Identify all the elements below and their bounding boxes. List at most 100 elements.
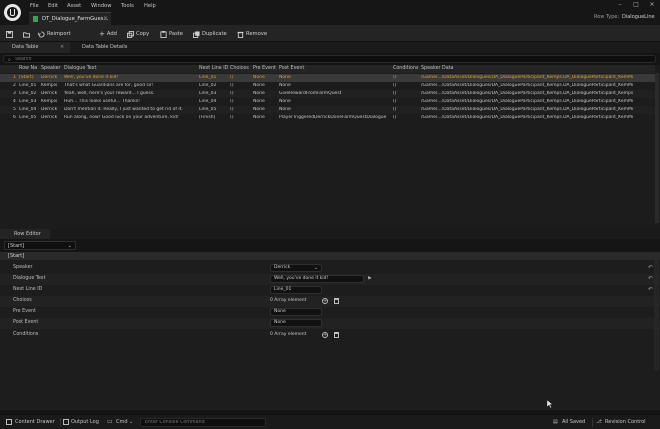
close-window-icon[interactable]: × <box>644 0 660 10</box>
table-scrollbar[interactable] <box>655 73 659 223</box>
add-button[interactable]: + Add <box>99 29 117 39</box>
col-choices[interactable]: Choices <box>230 66 249 71</box>
row-index: 2 <box>13 83 16 88</box>
search-bar: ⌕ <box>3 55 656 63</box>
row-section-header[interactable]: [Start] <box>0 252 660 260</box>
menu-tools[interactable]: Tools <box>121 3 134 9</box>
prop-conditions: Conditions 0 Array element + <box>0 330 660 341</box>
content-drawer-button[interactable]: Content Drawer <box>15 419 55 425</box>
col-dialogue-text[interactable]: Dialogue Text <box>64 66 97 71</box>
maximize-icon[interactable]: □ <box>628 0 644 10</box>
col-speaker[interactable]: Speaker <box>41 66 61 71</box>
col-row-name[interactable]: Row Na <box>19 66 37 71</box>
chevron-down-icon: ⌄ <box>67 243 72 249</box>
menu-window[interactable]: Window <box>91 3 111 9</box>
close-icon[interactable]: × <box>103 15 108 22</box>
table-row[interactable]: 3 Line_02 Derrick Yeah, well, here's you… <box>0 90 655 98</box>
table-row[interactable]: 4 Line_03 Kempis Huh... This looks usefu… <box>0 98 655 106</box>
row-editor-tabs: Row Editor <box>0 229 660 239</box>
details-scrollbar[interactable] <box>654 260 659 370</box>
add-element-icon[interactable]: + <box>322 298 328 304</box>
save-button[interactable] <box>6 29 13 39</box>
chevron-down-icon: ⌄ <box>313 265 318 271</box>
reimport-label: Reimport <box>47 31 71 37</box>
tab-data-table-label: Data Table <box>12 44 39 50</box>
remove-button[interactable]: Remove <box>237 29 267 39</box>
cmd-dropdown[interactable]: Cmd <box>116 419 128 425</box>
copy-button[interactable]: Copy <box>127 29 149 39</box>
speaker-dropdown[interactable]: Derrick ⌄ <box>270 264 322 272</box>
reset-icon[interactable]: ↶ <box>648 275 653 282</box>
revision-control-button[interactable]: Revision Control <box>605 419 646 425</box>
trash-icon[interactable] <box>334 298 339 304</box>
duplicate-button[interactable]: Duplicate <box>193 29 227 39</box>
trash-icon[interactable] <box>334 332 339 338</box>
col-conditions[interactable]: Conditions <box>393 66 418 71</box>
menu-edit[interactable]: Edit <box>48 3 58 9</box>
col-next-line-id[interactable]: Next Line ID <box>199 66 228 71</box>
row-type-value[interactable]: DialogueLine <box>622 14 655 20</box>
unreal-logo-icon[interactable] <box>4 4 21 21</box>
search-input[interactable] <box>15 56 615 62</box>
row-choices: () <box>230 83 234 88</box>
browse-button[interactable] <box>23 29 30 39</box>
prop-label: Pre Event <box>13 309 36 314</box>
row-post-event: None <box>279 83 291 88</box>
output-log-button[interactable]: Output Log <box>71 419 99 425</box>
prop-label: Conditions <box>13 332 39 337</box>
row-index: 1 <box>13 75 16 80</box>
row-name: Line_05 <box>19 115 37 120</box>
row-name: Line_01 <box>19 83 37 88</box>
reimport-button[interactable]: Reimport <box>38 29 71 39</box>
table-row[interactable]: 6 Line_05 Derrick Run along, now! Good l… <box>0 114 655 122</box>
add-element-icon[interactable]: + <box>322 332 328 338</box>
tab-data-table-details[interactable]: Data Table Details <box>70 42 160 53</box>
save-icon <box>6 30 13 38</box>
col-pre-event[interactable]: Pre Event <box>253 66 276 71</box>
col-post-event[interactable]: Post Event <box>279 66 304 71</box>
data-table-icon <box>33 16 38 22</box>
paste-button[interactable]: Paste <box>160 29 183 39</box>
choices-value: 0 Array element <box>270 298 307 303</box>
row-speaker-data: /Game/.../DataAsset/Dialogues/DA_Dialogu… <box>421 91 634 96</box>
duplicate-label: Duplicate <box>202 31 227 37</box>
table-header: Row Na Speaker Dialogue Text Next Line I… <box>0 65 655 73</box>
menu-help[interactable]: Help <box>144 3 156 9</box>
tab-row-editor[interactable]: Row Editor <box>0 229 50 239</box>
row-speaker-data: /Game/.../DataAsset/Dialogues/DA_Dialogu… <box>421 99 634 104</box>
minimize-icon[interactable]: – <box>612 0 628 10</box>
flag-icon[interactable]: ⚑ <box>367 276 371 282</box>
row-post-event: GiveRewardFromFarmQuest <box>279 91 342 96</box>
menu-file[interactable]: File <box>30 3 39 9</box>
table-row[interactable]: 2 Line_01 Kempis That's what Guardians a… <box>0 82 655 90</box>
reset-icon[interactable]: ↶ <box>648 264 653 271</box>
all-saved-button[interactable]: All Saved <box>562 419 585 425</box>
table-row[interactable]: 1 [Start] Derrick Well, you've done it k… <box>0 74 655 82</box>
table-row[interactable]: 5 Line_04 Derrick Don't mention it. Real… <box>0 106 655 114</box>
row-post-event: None <box>279 99 291 104</box>
row-conditions: () <box>393 115 397 120</box>
document-tab[interactable]: DT_Dialogue_FarmGues... × <box>29 12 111 25</box>
reset-icon[interactable]: ↶ <box>648 286 653 293</box>
close-icon[interactable]: × <box>60 42 64 53</box>
menu-asset[interactable]: Asset <box>67 3 81 9</box>
prop-label: Post Event <box>13 320 39 325</box>
col-speaker-data[interactable]: Speaker Data <box>421 66 454 71</box>
dialogue-text-field[interactable]: Well, you've done it kid! <box>270 275 364 283</box>
divider <box>60 418 61 427</box>
terminal-icon: ▭ <box>107 418 113 425</box>
row-pre-event: None <box>253 115 265 120</box>
pre-event-field[interactable]: None <box>270 308 322 316</box>
row-choices: () <box>230 107 234 112</box>
console-command-input[interactable] <box>145 420 263 425</box>
row-speaker: Kempis <box>41 83 58 88</box>
row-speaker: Derrick <box>41 91 58 96</box>
row-select-dropdown[interactable]: [Start] ⌄ <box>4 241 76 250</box>
post-event-field[interactable]: None <box>270 319 322 327</box>
row-name: [Start] <box>19 75 34 80</box>
status-bar: Content Drawer Output Log ▭ Cmd ⌄ ▤ All … <box>0 414 660 429</box>
dialogue-text-value: Well, you've done it kid! <box>274 276 329 281</box>
next-line-id-field[interactable]: Line_01 <box>270 286 322 294</box>
search-icon: ⌕ <box>8 57 11 63</box>
tab-data-table[interactable]: Data Table × <box>0 42 70 53</box>
